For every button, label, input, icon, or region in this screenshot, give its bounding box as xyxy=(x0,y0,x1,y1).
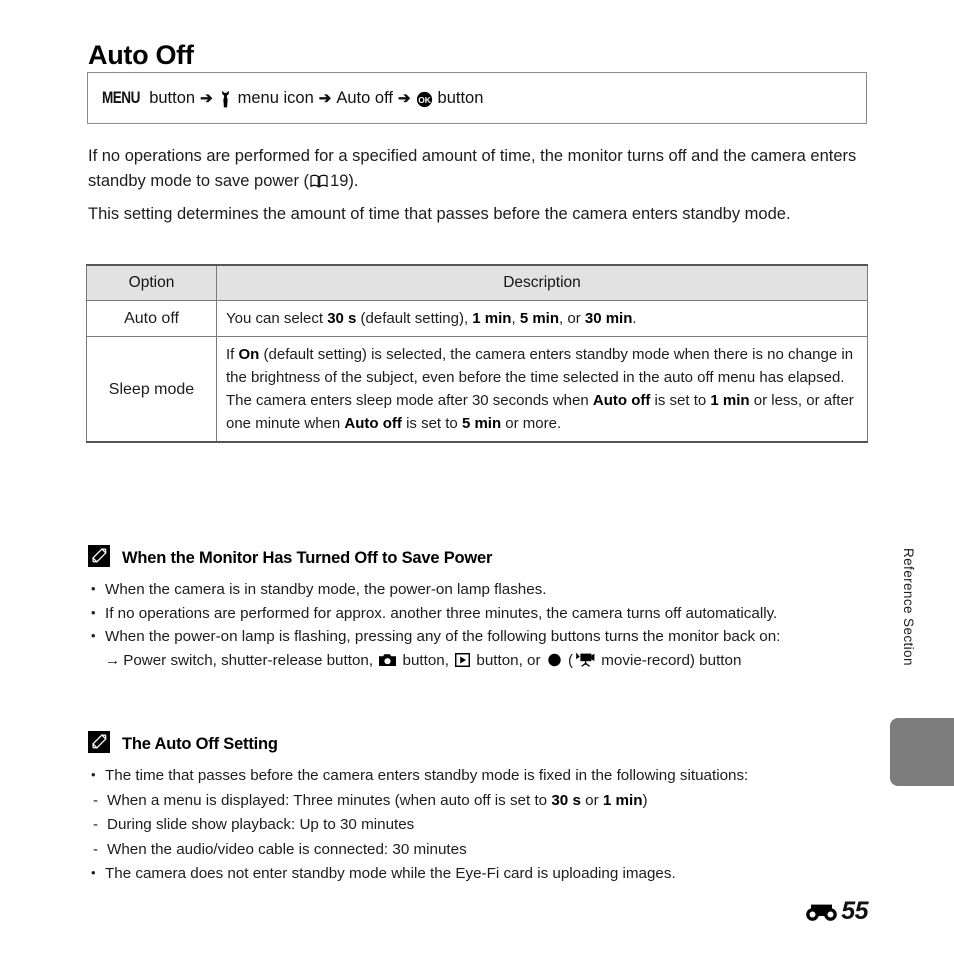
note-title: The Auto Off Setting xyxy=(122,735,278,753)
arrow-right-icon-3: ➔ xyxy=(397,89,411,107)
arrow-right-icon-2: ➔ xyxy=(318,89,332,107)
note1-bullet-list: When the camera is in standby mode, the … xyxy=(88,578,870,649)
breadcrumb-setup-label: menu icon xyxy=(237,88,314,107)
table-cell-description: If On (default setting) is selected, the… xyxy=(216,336,868,443)
list-item: When the camera is in standby mode, the … xyxy=(88,578,870,602)
intro-paragraphs: If no operations are performed for a spe… xyxy=(88,144,870,233)
manual-reference-book-icon xyxy=(310,171,328,196)
note2-bullet-list: The time that passes before the camera e… xyxy=(88,764,870,788)
sub-list-item: When the audio/video cable is connected:… xyxy=(88,838,870,863)
note-header: When the Monitor Has Turned Off to Save … xyxy=(88,545,870,572)
intro-p1-text-a: If no operations are performed for a spe… xyxy=(88,147,857,190)
note-header: The Auto Off Setting xyxy=(88,731,870,758)
table-cell-option: Sleep mode xyxy=(86,336,217,443)
pencil-note-icon xyxy=(88,731,110,758)
note1-line-text-c: button, or xyxy=(472,651,545,669)
list-item: If no operations are performed for appro… xyxy=(88,602,870,626)
page-number: 55 xyxy=(841,897,868,925)
list-item: The camera does not enter standby mode w… xyxy=(88,862,870,886)
intro-paragraph-2: This setting determines the amount of ti… xyxy=(88,205,791,223)
section-thumb-tab xyxy=(890,718,954,786)
table-row: Sleep mode If On (default setting) is se… xyxy=(86,336,868,443)
note-title: When the Monitor Has Turned Off to Save … xyxy=(122,549,493,567)
note-section-auto-off-setting: The Auto Off Setting The time that passe… xyxy=(88,731,870,887)
table-row: Auto off You can select 30 s (default se… xyxy=(86,300,868,337)
breadcrumb: MENU button ➔ menu icon ➔ Auto off ➔ OK … xyxy=(102,89,483,108)
note2-sub-list: When a menu is displayed: Three minutes … xyxy=(88,789,870,863)
menu-button-icon: MENU xyxy=(102,88,140,107)
ok-button-icon: OK xyxy=(416,91,433,108)
options-table: Option Description Auto off You can sele… xyxy=(86,264,868,443)
intro-p1-ref-number: 19 xyxy=(330,172,349,190)
document-page: Auto Off MENU button ➔ menu icon ➔ Auto … xyxy=(0,0,954,954)
table-cell-option: Auto off xyxy=(86,300,217,337)
note1-line-text-e: movie-record) button xyxy=(597,651,742,669)
breadcrumb-ok-word: button xyxy=(437,88,484,107)
arrow-right-small-icon: → xyxy=(105,651,121,669)
playback-mode-icon xyxy=(455,652,471,675)
note2-bullet-list-2: The camera does not enter standby mode w… xyxy=(88,862,870,886)
note1-line-text-b: button, xyxy=(398,651,454,669)
intro-p1-text-b: ). xyxy=(348,172,359,190)
list-item: When the power-on lamp is flashing, pres… xyxy=(88,625,870,649)
table-col-description-header: Description xyxy=(216,264,868,301)
page-title: Auto Off xyxy=(88,40,194,71)
note1-line-text-d: ( xyxy=(563,651,574,669)
record-dot-icon xyxy=(547,652,562,675)
intro-paragraph-1: If no operations are performed for a spe… xyxy=(88,144,870,196)
wrench-menu-icon xyxy=(218,90,233,108)
note1-buttons-line: → Power switch, shutter-release button, b… xyxy=(88,650,870,675)
table-cell-description: You can select 30 s (default setting), 1… xyxy=(216,300,868,337)
menu-path-box: MENU button ➔ menu icon ➔ Auto off ➔ OK … xyxy=(87,72,867,124)
table-header: Option Description xyxy=(86,264,868,301)
svg-text:OK: OK xyxy=(418,95,431,105)
page-footer: 55 xyxy=(805,897,868,926)
sub-list-item: During slide show playback: Up to 30 min… xyxy=(88,813,870,838)
note-section-monitor-turned-off: When the Monitor Has Turned Off to Save … xyxy=(88,545,870,674)
table-col-option-header: Option xyxy=(86,264,217,301)
breadcrumb-item-label: Auto off xyxy=(336,88,393,107)
table-header-row: Option Description xyxy=(86,264,868,301)
sub-list-item: When a menu is displayed: Three minutes … xyxy=(88,789,870,814)
reference-section-e-icon xyxy=(805,901,839,923)
breadcrumb-menu-word: button xyxy=(149,88,196,107)
arrow-right-icon-1: ➔ xyxy=(200,89,213,107)
note1-line-text-a: Power switch, shutter-release button, xyxy=(123,651,378,669)
list-item: The time that passes before the camera e… xyxy=(88,764,870,788)
movie-record-icon xyxy=(575,652,595,675)
camera-shooting-mode-icon xyxy=(379,652,397,675)
pencil-note-icon xyxy=(88,545,110,572)
reference-section-side-label: Reference Section xyxy=(901,548,916,666)
table-body: Auto off You can select 30 s (default se… xyxy=(86,300,868,443)
